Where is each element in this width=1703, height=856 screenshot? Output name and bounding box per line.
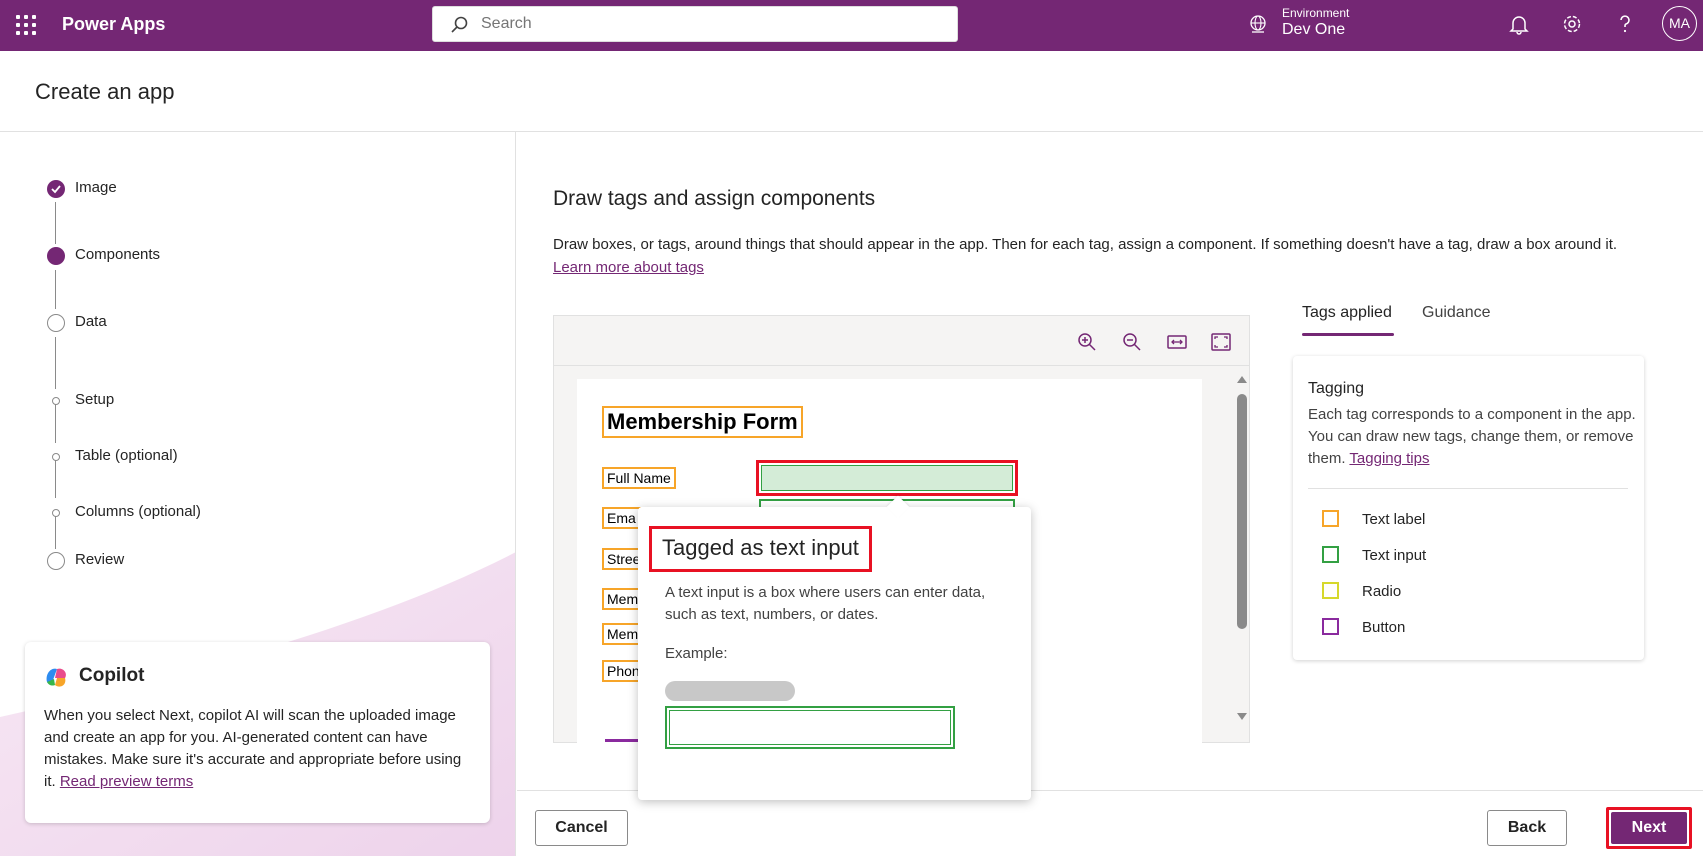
tagging-body: Each tag corresponds to a component in t…: [1308, 404, 1638, 470]
stepper-panel: Image Components Data Setup Table (optio…: [0, 132, 516, 856]
tab-guidance[interactable]: Guidance: [1422, 304, 1491, 322]
cancel-button[interactable]: Cancel: [535, 810, 628, 846]
legend-label: Text input: [1362, 547, 1427, 564]
tag-label-membership[interactable]: Mem: [602, 588, 644, 610]
copilot-logo-icon: [46, 668, 66, 687]
tag-text-input-selected[interactable]: [756, 460, 1018, 496]
read-preview-terms-link[interactable]: Read preview terms: [60, 773, 193, 790]
step-connector: [55, 202, 56, 244]
search-input[interactable]: [481, 15, 941, 33]
checkmark-icon: [47, 180, 65, 198]
notification-bell-icon[interactable]: [1508, 13, 1530, 35]
tab-label: Tags applied: [1302, 304, 1392, 321]
app-name[interactable]: Power Apps: [62, 14, 165, 35]
button-swatch-icon: [1322, 618, 1339, 635]
section-title: Draw tags and assign components: [553, 187, 876, 210]
legend-label: Text label: [1362, 511, 1426, 528]
pending-step-icon: [47, 552, 65, 570]
example-text-input: [665, 706, 955, 749]
fit-width-icon[interactable]: [1166, 331, 1188, 353]
pending-step-icon: [47, 314, 65, 332]
copilot-title: Copilot: [79, 665, 145, 686]
active-tab-indicator: [1302, 333, 1394, 336]
copilot-card: Copilot When you select Next, copilot AI…: [25, 642, 490, 823]
globe-icon: [1250, 15, 1266, 33]
step-label: Columns (optional): [75, 503, 201, 520]
scroll-up-icon[interactable]: [1236, 374, 1248, 384]
text-label-swatch-icon: [1322, 510, 1339, 527]
legend-label: Button: [1362, 619, 1406, 636]
tagging-tips-link[interactable]: Tagging tips: [1349, 450, 1429, 467]
tag-label-membership-2[interactable]: Mem: [602, 623, 644, 645]
substep-icon: [52, 509, 60, 517]
step-label: Components: [75, 246, 161, 263]
search-box[interactable]: [432, 6, 958, 42]
step-connector: [55, 513, 56, 549]
tagging-card: Tagging Each tag corresponds to a compon…: [1293, 356, 1644, 660]
section-description: Draw boxes, or tags, around things that …: [553, 233, 1683, 279]
text-input-fill: [761, 465, 1013, 491]
environment-value: Dev One: [1282, 21, 1346, 38]
zoom-out-icon[interactable]: [1121, 331, 1143, 353]
text-input-swatch-icon: [1322, 546, 1339, 563]
substep-icon: [52, 453, 60, 461]
next-button[interactable]: Next: [1606, 807, 1692, 849]
search-icon: [451, 16, 468, 33]
example-label: Example:: [665, 645, 728, 662]
step-label: Table (optional): [75, 447, 178, 464]
example-label-placeholder: [665, 681, 795, 701]
zoom-in-icon[interactable]: [1076, 331, 1098, 353]
legend-label: Radio: [1362, 583, 1402, 600]
avatar[interactable]: MA: [1662, 6, 1697, 41]
learn-more-link[interactable]: Learn more about tags: [553, 259, 704, 276]
canvas-scrollbar[interactable]: [1236, 374, 1248, 724]
settings-gear-icon[interactable]: [1561, 13, 1583, 35]
step-label: Review: [75, 551, 125, 568]
divider: [1308, 488, 1628, 489]
step-label: Image: [75, 179, 117, 196]
step-label: Data: [75, 313, 107, 330]
tag-info-popover: Tagged as text input A text input is a b…: [638, 495, 1031, 800]
step-label: Setup: [75, 391, 115, 408]
tab-label: Guidance: [1422, 304, 1491, 321]
tag-form-title[interactable]: Membership Form: [602, 406, 803, 438]
tagging-title: Tagging: [1308, 380, 1365, 397]
canvas-toolbar: [554, 316, 1249, 366]
scrollbar-thumb[interactable]: [1237, 394, 1247, 629]
top-bar: Power Apps Environment Dev One MA: [0, 0, 1703, 51]
step-connector: [55, 337, 56, 389]
app-launcher-icon[interactable]: [16, 15, 36, 35]
copilot-body: When you select Next, copilot AI will sc…: [44, 705, 474, 793]
tab-tags-applied[interactable]: Tags applied: [1302, 304, 1394, 336]
popover-title: Tagged as text input: [649, 526, 872, 572]
radio-swatch-icon: [1322, 582, 1339, 599]
substep-icon: [52, 397, 60, 405]
help-icon[interactable]: [1614, 13, 1636, 35]
fit-page-icon[interactable]: [1210, 331, 1232, 353]
tag-label-full-name[interactable]: Full Name: [602, 467, 676, 489]
step-connector: [55, 401, 56, 443]
page-title: Create an app: [35, 79, 175, 104]
scroll-down-icon[interactable]: [1236, 712, 1248, 722]
current-step-icon: [47, 247, 65, 265]
next-button-label: Next: [1611, 812, 1687, 844]
step-connector: [55, 457, 56, 498]
back-button[interactable]: Back: [1487, 810, 1567, 846]
tag-label-email[interactable]: Ema: [602, 507, 641, 529]
step-connector: [55, 270, 56, 309]
page-header: Create an app: [0, 51, 1703, 132]
environment-label: Environment: [1282, 6, 1350, 20]
popover-body: A text input is a box where users can en…: [665, 584, 986, 623]
description-text: Draw boxes, or tags, around things that …: [553, 236, 1618, 253]
